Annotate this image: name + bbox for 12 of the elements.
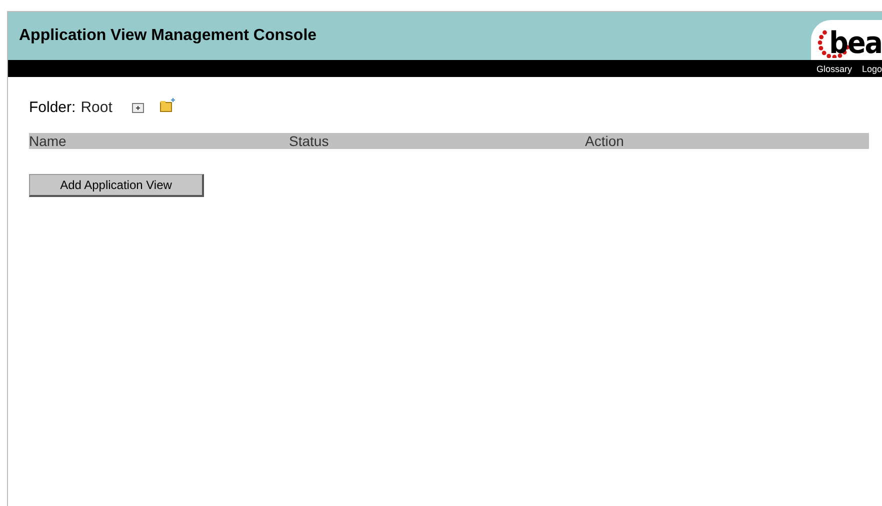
new-folder-icon[interactable] (160, 98, 176, 112)
folder-name: Root (80, 98, 112, 116)
column-header: Name (29, 133, 68, 149)
column-header: Status (289, 133, 330, 149)
column-header: Action (585, 133, 624, 149)
folder-label: Folder: (29, 98, 76, 116)
nav-link[interactable]: Glossary (816, 64, 852, 74)
nav-link[interactable]: Logo (862, 64, 882, 74)
console-title: Application View Management Console (18, 27, 317, 45)
logo: bea (811, 20, 882, 60)
add-button[interactable]: Add Application View (29, 174, 204, 197)
folder-plus-icon[interactable] (132, 102, 144, 112)
